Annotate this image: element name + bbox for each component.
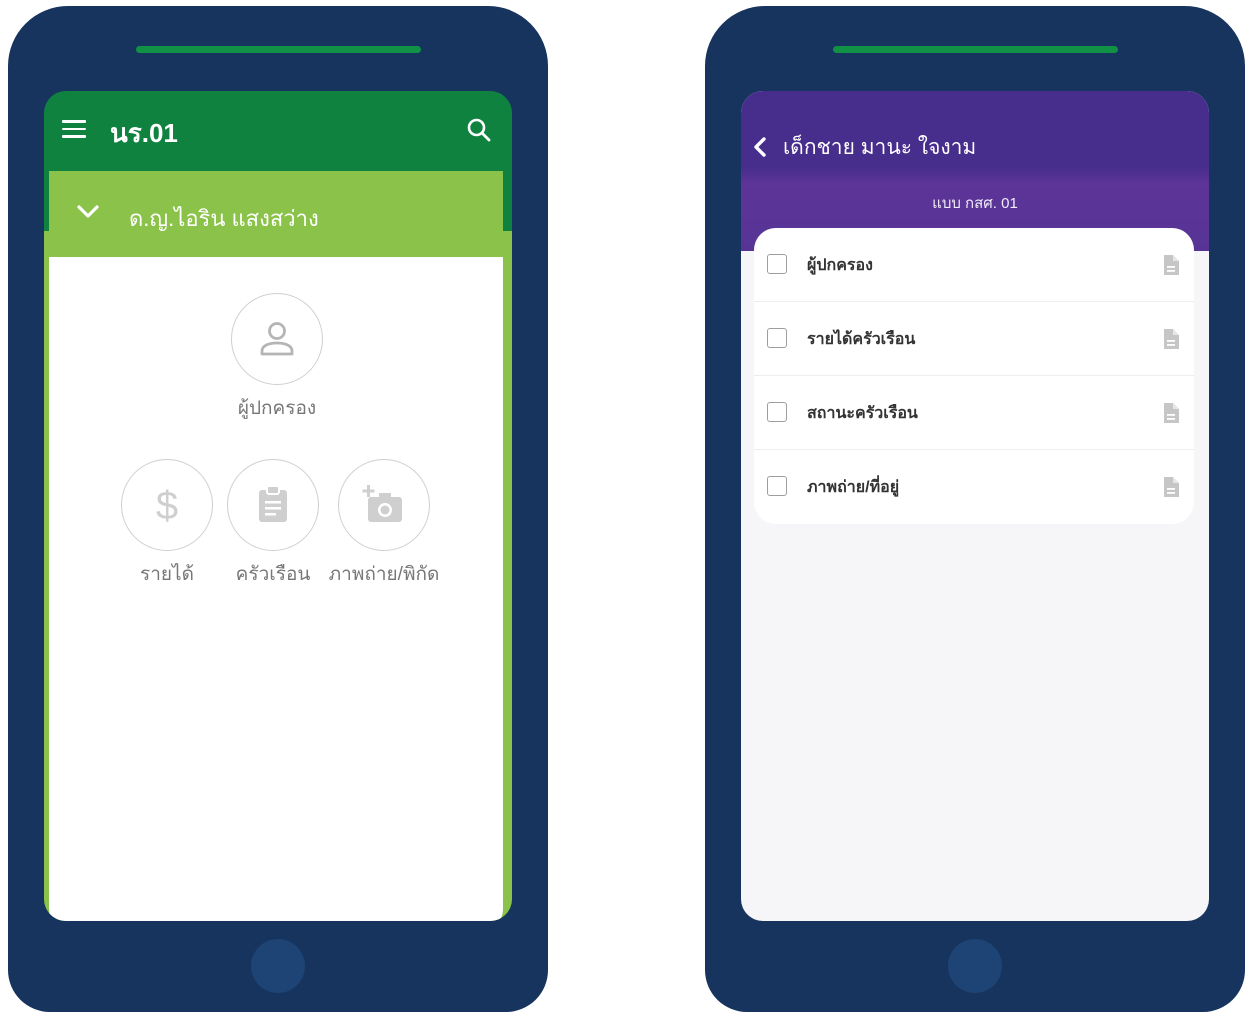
menu-item-label: ผู้ปกครอง <box>237 398 317 419</box>
student-name: ด.ญ.ไอริน แสงสว่าง <box>129 206 319 231</box>
checkbox[interactable] <box>767 328 787 348</box>
list-item-label: รายได้ครัวเรือน <box>807 331 916 348</box>
photo-circle-button[interactable] <box>338 459 430 551</box>
header-bar: เด็กชาย มานะ ใจงาม แบบ กสศ. 01 <box>741 91 1209 251</box>
list-item[interactable]: รายได้ครัวเรือน <box>754 302 1194 376</box>
chevron-down-icon[interactable] <box>75 203 101 221</box>
household-circle-button[interactable] <box>227 459 319 551</box>
clipboard-icon <box>259 485 287 522</box>
form-subtitle: แบบ กสศ. 01 <box>932 195 1018 212</box>
document-icon[interactable] <box>1162 254 1180 276</box>
screen-left: นร.01 ด.ญ.ไอริน แสงสว่าง ผู้ปกครอง $ ราย… <box>44 91 512 921</box>
guardian-circle-button[interactable] <box>231 293 323 385</box>
hamburger-menu-icon[interactable] <box>62 120 86 138</box>
menu-item-photo[interactable]: ภาพถ่าย/พิกัด <box>314 459 454 589</box>
home-button[interactable] <box>948 939 1002 993</box>
speaker-bar <box>833 46 1118 53</box>
list-item-label: ผู้ปกครอง <box>807 257 873 274</box>
dollar-icon: $ <box>156 484 178 528</box>
person-icon <box>260 322 294 356</box>
form-checklist: ผู้ปกครอง รายได้ครัวเรือน สถานะครัวเรือน… <box>754 228 1194 524</box>
phone-frame-left: นร.01 ด.ญ.ไอริน แสงสว่าง ผู้ปกครอง $ ราย… <box>8 6 548 1012</box>
student-card: ด.ญ.ไอริน แสงสว่าง ผู้ปกครอง $ รายได้ คร… <box>49 171 503 921</box>
document-icon[interactable] <box>1162 328 1180 350</box>
list-item-label: สถานะครัวเรือน <box>807 405 918 422</box>
list-item[interactable]: สถานะครัวเรือน <box>754 376 1194 450</box>
checkbox[interactable] <box>767 476 787 496</box>
income-circle-button[interactable]: $ <box>121 459 213 551</box>
svg-text:$: $ <box>156 484 178 528</box>
speaker-bar <box>136 46 421 53</box>
document-icon[interactable] <box>1162 402 1180 424</box>
document-icon[interactable] <box>1162 476 1180 498</box>
checkbox[interactable] <box>767 254 787 274</box>
app-bar: นร.01 <box>44 91 512 169</box>
screen-right: เด็กชาย มานะ ใจงาม แบบ กสศ. 01 ผู้ปกครอง… <box>741 91 1209 921</box>
list-item[interactable]: ผู้ปกครอง <box>754 228 1194 302</box>
phone-frame-right: เด็กชาย มานะ ใจงาม แบบ กสศ. 01 ผู้ปกครอง… <box>705 6 1245 1012</box>
add-photo-icon <box>362 485 402 522</box>
list-item-label: ภาพถ่าย/ที่อยู่ <box>807 479 900 496</box>
page-title: เด็กชาย มานะ ใจงาม <box>783 136 977 159</box>
app-title: นร.01 <box>110 118 178 148</box>
checkbox[interactable] <box>767 402 787 422</box>
search-icon[interactable] <box>466 117 492 143</box>
menu-item-label: ภาพถ่าย/พิกัด <box>328 564 440 585</box>
student-card-header[interactable]: ด.ญ.ไอริน แสงสว่าง <box>49 171 503 257</box>
list-item[interactable]: ภาพถ่าย/ที่อยู่ <box>754 450 1194 524</box>
back-chevron-icon[interactable] <box>751 136 769 158</box>
home-button[interactable] <box>251 939 305 993</box>
menu-item-guardian[interactable]: ผู้ปกครอง <box>212 293 342 423</box>
